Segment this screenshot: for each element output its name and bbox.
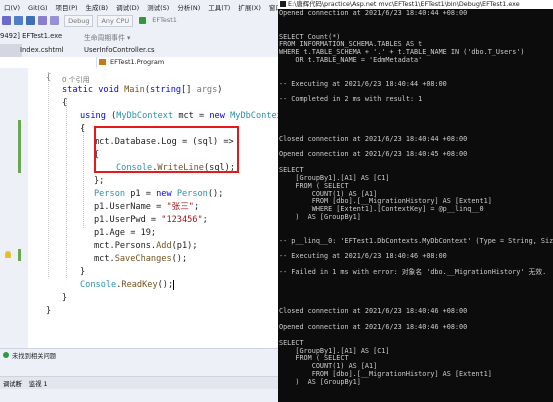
menu-debug[interactable]: 调试(D) — [112, 0, 143, 12]
console-line: COUNT(1) AS [A1] — [279, 189, 378, 198]
code-line-readkey: Console.ReadKey(); — [80, 279, 175, 290]
code-line: } — [80, 267, 86, 277]
console-line: WHERE [Extent1].[ContextKey] = @p__linq_… — [279, 205, 484, 214]
console-line: Closed connection at 2021/6/23 18:40:44 … — [279, 134, 468, 143]
lifecycle-dropdown[interactable]: 生命周期事件 ▾ — [84, 32, 130, 42]
console-line: -- Failed in 1 ms with error: 对象名 'dbo._… — [279, 268, 547, 277]
change-marker — [18, 249, 21, 261]
indent-guide — [83, 124, 84, 228]
console-line: OR t.TABLE_NAME = 'EdmMetadata' — [279, 56, 423, 65]
document-tabs: Index.cshtml UserInfoController.cs — [0, 44, 278, 57]
console-icon — [280, 1, 286, 7]
code-line-save: mct.SaveChanges(); — [94, 254, 188, 264]
console-window: E:\唐辉代码\practice\Asp.net mvc\EFTest1\EFT… — [278, 0, 553, 402]
output-pane — [0, 360, 278, 376]
menu-bar: 口(V) Git(G) 项目(P) 生成(B) 调试(D) 测试(S) 分析(N) 工具(T)… — [0, 0, 278, 13]
code-line: { — [80, 124, 86, 134]
console-line: -- Executing at 2021/6/23 18:40:46 +08:0… — [279, 252, 447, 261]
console-line: -- Executing at 2021/6/23 18:40:44 +08:0… — [279, 79, 447, 88]
console-line: -- p__linq__0: 'EFTest1.DbContexts.MyDbC… — [279, 236, 553, 245]
process-bar: 9492] EFTest1.exe 生命周期事件 ▾ — [0, 29, 278, 44]
toolbar: Debug Any CPU EFTest1 — [0, 13, 278, 30]
tab-index-cshtml[interactable]: Index.cshtml — [16, 44, 80, 57]
console-line: WHERE t.TABLE_SCHEMA + '.' + t.TABLE_NAM… — [279, 48, 525, 57]
tab-label: UserInfoController.cs — [84, 46, 155, 54]
menu-window[interactable]: 窗口 — [265, 0, 278, 12]
console-line: Opened connection at 2021/6/23 18:40:44 … — [279, 9, 468, 17]
code-editor[interactable]: { 0 个引用 static void Main(string[] args) … — [28, 68, 278, 348]
indent-guide — [66, 98, 67, 278]
tab-call-stack[interactable]: 调试断 — [0, 377, 26, 388]
menu-test[interactable]: 测试(S) — [143, 0, 173, 12]
console-line: COUNT(1) AS [A1] — [279, 362, 378, 371]
save-icon[interactable] — [14, 16, 23, 25]
class-icon — [99, 59, 106, 65]
start-debug-icon[interactable] — [139, 17, 147, 24]
console-line: [GroupBy1].[A1] AS [C1] — [279, 346, 390, 355]
code-line-age: p1.Age = 19; — [94, 228, 157, 238]
code-line-userpwd: p1.UserPwd = "123456"; — [94, 215, 208, 225]
code-line-main: static void Main(string[] args) — [62, 85, 223, 95]
console-line: SELECT — [279, 166, 304, 174]
menu-extensions[interactable]: 扩展(X) — [234, 0, 265, 12]
brace-line: { — [46, 73, 52, 83]
member-nav-label[interactable]: EFTest1.Program — [110, 58, 164, 66]
code-line: } — [46, 306, 52, 316]
menu-view[interactable]: 口(V) — [0, 0, 24, 12]
console-title-bar: E:\唐辉代码\practice\Asp.net mvc\EFTest1\EFT… — [278, 0, 553, 9]
save-all-icon[interactable] — [26, 16, 35, 25]
code-line-add: mct.Persons.Add(p1); — [94, 241, 198, 251]
platform-dropdown[interactable]: Any CPU — [97, 15, 134, 27]
undo-icon[interactable] — [38, 16, 47, 25]
change-marker — [18, 120, 21, 173]
code-line-username: p1.UserName = "张三"; — [94, 202, 200, 212]
console-line: Opened connection at 2021/6/23 18:40:46 … — [279, 323, 468, 331]
code-line: }; — [94, 176, 105, 186]
console-line: Closed connection at 2021/6/23 18:40:46 … — [279, 307, 468, 316]
visual-studio-window: 口(V) Git(G) 项目(P) 生成(B) 调试(D) 测试(S) 分析(N) 工具(T)… — [0, 0, 278, 402]
code-line: } — [62, 293, 68, 303]
redo-icon[interactable] — [50, 16, 59, 25]
tab-label: Index.cshtml — [20, 46, 64, 54]
console-line: FROM ( SELECT — [279, 354, 349, 363]
console-line: SELECT Count(*) — [279, 32, 341, 41]
editor-gutter — [0, 68, 28, 348]
menu-build[interactable]: 生成(B) — [82, 0, 113, 12]
console-line: FROM ( SELECT — [279, 181, 349, 190]
console-line: ) AS [GroupBy1] — [279, 213, 361, 222]
status-message: 未找到相关问题 — [12, 353, 57, 360]
console-line: FROM [dbo].[__MigrationHistory] AS [Exte… — [279, 197, 492, 206]
console-title: E:\唐辉代码\practice\Asp.net mvc\EFTest1\EFT… — [288, 0, 520, 8]
console-line: FROM INFORMATION_SCHEMA.TABLES AS t — [279, 40, 423, 49]
console-line: [GroupBy1].[A1] AS [C1] — [279, 173, 390, 182]
tab-user-info-controller[interactable]: UserInfoController.cs — [80, 44, 158, 57]
indent-guide — [48, 72, 49, 277]
run-target-label[interactable]: EFTest1 — [149, 15, 180, 25]
class-nav-dropdown[interactable] — [0, 57, 97, 68]
console-line: ) AS [GroupBy1] — [279, 377, 361, 386]
highlight-box — [94, 126, 239, 173]
code-line: { — [62, 98, 68, 108]
console-line: FROM [dbo].[__MigrationHistory] AS [Exte… — [279, 370, 492, 379]
process-label[interactable]: 9492] EFTest1.exe — [0, 32, 62, 40]
lightbulb-icon[interactable] — [5, 251, 11, 258]
console-line: Opened connection at 2021/6/23 18:40:45 … — [279, 150, 468, 159]
code-line-person: Person p1 = new Person(); — [94, 189, 224, 199]
bottom-tabs: 调试断 监视 1 — [0, 376, 278, 389]
new-item-icon[interactable] — [2, 16, 11, 25]
menu-project[interactable]: 项目(P) — [52, 0, 82, 12]
console-line: SELECT — [279, 338, 304, 347]
code-line-using: using (MyDbContext mct = new MyDbContext… — [80, 111, 278, 121]
menu-analyze[interactable]: 分析(N) — [173, 0, 204, 12]
console-line: -- Completed in 2 ms with result: 1 — [279, 95, 423, 104]
configuration-dropdown[interactable]: Debug — [64, 15, 94, 27]
tab-watch-1[interactable]: 监视 1 — [26, 377, 52, 388]
console-output[interactable]: Opened connection at 2021/6/23 18:40:44 … — [278, 9, 553, 402]
status-ok-icon — [3, 352, 9, 358]
menu-git[interactable]: Git(G) — [24, 2, 52, 12]
menu-tools[interactable]: 工具(T) — [204, 0, 234, 12]
